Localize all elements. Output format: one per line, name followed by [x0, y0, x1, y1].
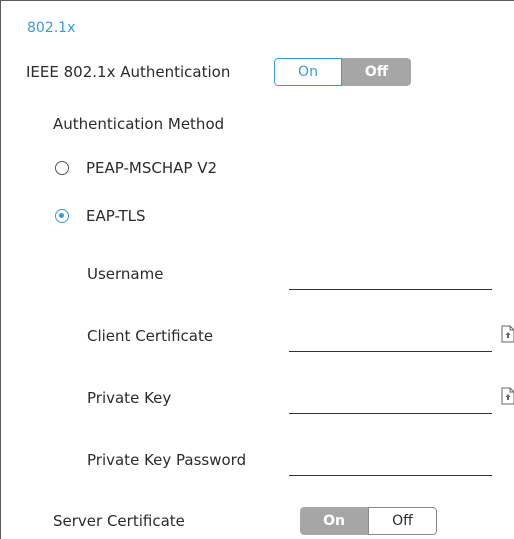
- client-certificate-input[interactable]: [289, 327, 492, 349]
- settings-panel: 802.1x IEEE 802.1x Authentication On Off…: [0, 0, 514, 539]
- private-key-input[interactable]: [289, 389, 492, 411]
- private-key-password-label: Private Key Password: [87, 451, 247, 469]
- upload-file-icon[interactable]: [501, 325, 514, 343]
- private-key-password-underline: [289, 475, 492, 476]
- radio-eap-tls-label[interactable]: EAP-TLS: [86, 207, 146, 225]
- ieee-auth-on-button[interactable]: On: [274, 58, 342, 86]
- ieee-auth-label: IEEE 802.1x Authentication: [26, 63, 231, 81]
- server-certificate-on-button[interactable]: On: [300, 507, 368, 535]
- ieee-auth-off-button[interactable]: Off: [342, 58, 411, 86]
- username-underline: [289, 289, 492, 290]
- private-key-underline: [289, 413, 492, 414]
- private-key-label: Private Key: [87, 389, 172, 407]
- section-title: 802.1x: [27, 20, 76, 36]
- username-input[interactable]: [289, 265, 492, 287]
- radio-eap-tls[interactable]: [55, 209, 69, 223]
- server-certificate-off-button[interactable]: Off: [368, 507, 437, 535]
- private-key-password-input[interactable]: [289, 451, 492, 473]
- client-certificate-underline: [289, 351, 492, 352]
- username-label: Username: [87, 265, 164, 283]
- auth-method-label: Authentication Method: [53, 115, 225, 133]
- ieee-auth-toggle[interactable]: On Off: [274, 58, 411, 86]
- server-certificate-toggle[interactable]: On Off: [300, 507, 437, 535]
- radio-peap-mschap[interactable]: [55, 161, 69, 175]
- radio-peap-mschap-label[interactable]: PEAP-MSCHAP V2: [86, 159, 217, 177]
- server-certificate-label: Server Certificate: [53, 512, 185, 530]
- client-certificate-label: Client Certificate: [87, 327, 214, 345]
- upload-file-icon[interactable]: [501, 387, 514, 405]
